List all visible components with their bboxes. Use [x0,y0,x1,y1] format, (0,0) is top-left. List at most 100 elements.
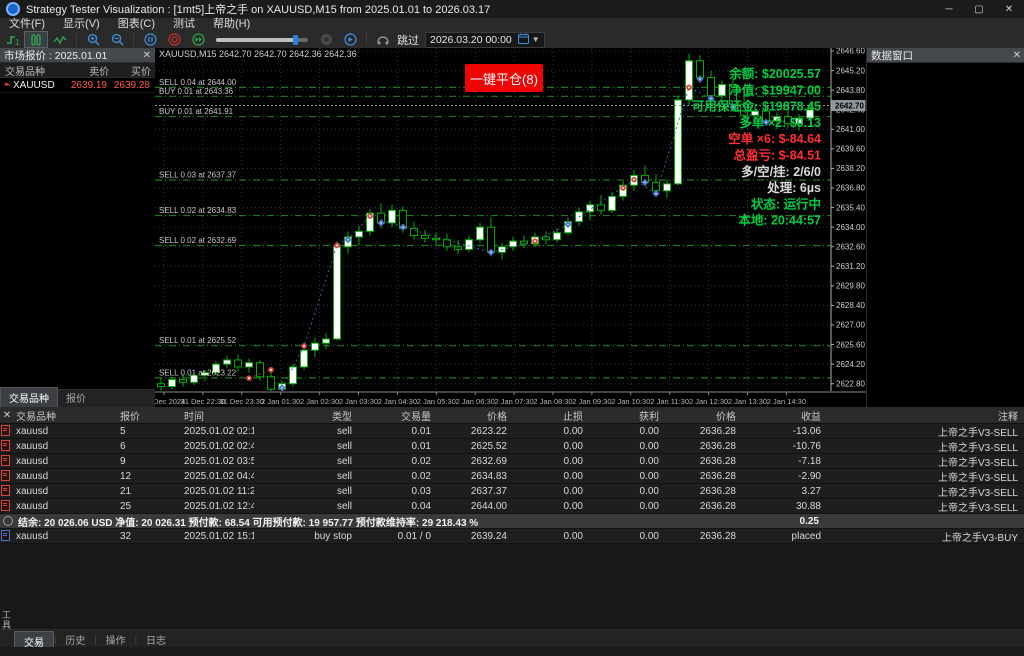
fast-forward-circle-icon[interactable] [187,32,209,47]
trades-close-icon[interactable]: ✕ [0,410,14,421]
market-watch-columns: 交易品种 卖价 买价 [0,63,155,78]
cell-profit: -2.90 [736,471,821,482]
col-header[interactable]: 类型 [254,408,352,423]
speed-slider-handle[interactable] [293,35,298,45]
summary-text: 结余: 20 026.06 USD 净值: 20 026.31 预付款: 68.… [18,514,734,529]
svg-text:2 Jan 03:30: 2 Jan 03:30 [339,397,378,406]
bottom-tab-bar: 交易|历史|操作|日志 [0,629,1024,648]
pause-circle-icon[interactable] [139,32,161,47]
menu-item[interactable]: 图表(C) [109,18,164,31]
svg-text:本地: 20:44:57: 本地: 20:44:57 [738,213,821,228]
svg-text:SELL 0.04 at 2644.00: SELL 0.04 at 2644.00 [159,78,237,87]
maximize-button[interactable]: ▢ [964,0,994,18]
close-button[interactable]: ✕ [994,0,1024,18]
cell-tp: 0.00 [583,531,659,542]
pause-icon[interactable] [25,32,47,47]
summary-icon [3,516,13,526]
table-row[interactable]: xauusd212025.01.02 11:29:...sell0.032637… [0,484,1024,499]
col-header[interactable]: 止损 [507,408,583,423]
symbol-row[interactable]: XAUUSD 2639.19 2639.28 [0,78,155,93]
date-selector[interactable]: 2026.03.20 00:00 ▼ [425,32,545,48]
cell-symbol: xauusd [14,486,120,497]
tab-symbols[interactable]: 交易品种 [0,387,58,407]
cell-sl: 0.00 [507,486,583,497]
cell-current-price: 2636.28 [659,441,736,452]
svg-text:2643.80: 2643.80 [836,86,865,95]
chart-area[interactable]: SELL 0.04 at 2644.00BUY 0.01 at 2643.36B… [155,48,866,407]
cell-time: 2025.01.02 12:44:... [184,501,254,512]
cell-profit: -7.18 [736,456,821,467]
cell-volume: 0.02 [352,456,431,467]
cell-price: 2637.37 [431,486,507,497]
col-header[interactable]: 注释 [821,408,1024,423]
data-window-panel: 数据窗口 ✕ [866,48,1024,407]
zoom-in-icon[interactable] [82,32,104,47]
cell-current-price: 2636.28 [659,531,736,542]
menu-item[interactable]: 帮助(H) [204,18,259,31]
cell-price: 2632.69 [431,456,507,467]
tick-chart-icon[interactable] [49,32,71,47]
col-ask[interactable]: 买价 [109,63,155,78]
col-header[interactable]: 获利 [583,408,659,423]
col-header[interactable]: 交易量 [352,408,431,423]
col-header[interactable]: 交易品种 [14,408,120,423]
cell-symbol: xauusd [14,531,120,542]
bottom-tab-4[interactable]: 日志 [137,630,175,649]
svg-text:2 Jan 10:30: 2 Jan 10:30 [611,397,650,406]
col-header[interactable]: 价格 [659,408,736,423]
svg-text:2 Jan 09:30: 2 Jan 09:30 [572,397,611,406]
svg-text:2642.70: 2642.70 [835,102,864,111]
col-header[interactable]: 时间 [184,408,254,423]
col-bid[interactable]: 卖价 [65,63,109,78]
table-row[interactable]: xauusd62025.01.02 02:44:...sell0.012625.… [0,439,1024,454]
bottom-tab-2[interactable]: 历史 [56,630,94,649]
candlestick-chart[interactable]: SELL 0.04 at 2644.00BUY 0.01 at 2643.36B… [155,48,866,407]
menu-item[interactable]: 显示(V) [54,18,109,31]
minimize-button[interactable]: ─ [934,0,964,18]
play-circle-icon[interactable] [339,32,361,47]
bottom-tab-3[interactable]: 操作 [97,630,135,649]
bottom-tab-1[interactable]: 交易 [14,631,54,648]
svg-text:2 Jan 07:30: 2 Jan 07:30 [494,397,533,406]
stop-circle-icon[interactable] [163,32,185,47]
cell-type: sell [254,501,352,512]
table-row[interactable]: xauusd322025.01.02 15:15:...buy stop0.01… [0,529,1024,544]
speed-slider[interactable] [216,38,308,42]
col-symbol[interactable]: 交易品种 [0,63,65,78]
close-all-positions-button[interactable]: 一键平仓(8) [465,64,543,92]
skip-to-date-icon[interactable] [372,32,394,47]
menu-item[interactable]: 测试 [164,18,204,31]
svg-text:可用保证金: $19878.45: 可用保证金: $19878.45 [692,99,821,114]
menu-item[interactable]: 文件(F) [0,18,54,31]
svg-text:2 Jan 08:30: 2 Jan 08:30 [533,397,572,406]
table-row[interactable]: xauusd52025.01.02 02:14:...sell0.012623.… [0,424,1024,439]
trades-table-header: ✕交易品种报价时间类型交易量价格止损获利价格收益注释 [0,407,1024,424]
tab-quotes[interactable]: 报价 [58,388,94,407]
chevron-down-icon[interactable]: ▼ [532,35,540,44]
svg-text:2627.00: 2627.00 [836,321,865,330]
market-watch-close-icon[interactable]: ✕ [143,50,151,61]
record-icon[interactable] [315,32,337,47]
svg-text:2645.20: 2645.20 [836,66,865,75]
col-header[interactable]: 报价 [120,408,184,423]
col-header[interactable]: 价格 [431,408,507,423]
app-icon [6,2,20,16]
account-summary-row[interactable]: 结余: 20 026.06 USD 净值: 20 026.31 预付款: 68.… [0,514,1024,529]
skip-label[interactable]: 跳过 [397,32,419,48]
step-forward-icon[interactable]: 1 [1,32,23,47]
table-row[interactable]: xauusd92025.01.02 03:59:...sell0.022632.… [0,454,1024,469]
order-type-icon [0,425,14,438]
cell-ticket: 32 [120,531,184,542]
calendar-icon[interactable] [518,33,529,47]
zoom-out-icon[interactable] [106,32,128,47]
table-row[interactable]: xauusd252025.01.02 12:44:...sell0.042644… [0,499,1024,514]
col-header[interactable]: 收益 [736,408,821,423]
svg-text:总盈亏: $-84.51: 总盈亏: $-84.51 [733,148,821,163]
svg-text:2 Jan 01:30: 2 Jan 01:30 [261,397,300,406]
data-window-title: 数据窗口 [871,48,913,63]
table-row[interactable]: xauusd122025.01.02 04:44:...sell0.022634… [0,469,1024,484]
data-window-close-icon[interactable]: ✕ [1013,50,1021,61]
cell-price: 2625.52 [431,441,507,452]
market-watch-panel: 市场报价 : 2025.01.01 ✕ 交易品种 卖价 买价 XAUUSD 26… [0,48,156,407]
svg-text:2 Jan 14:30: 2 Jan 14:30 [767,397,806,406]
